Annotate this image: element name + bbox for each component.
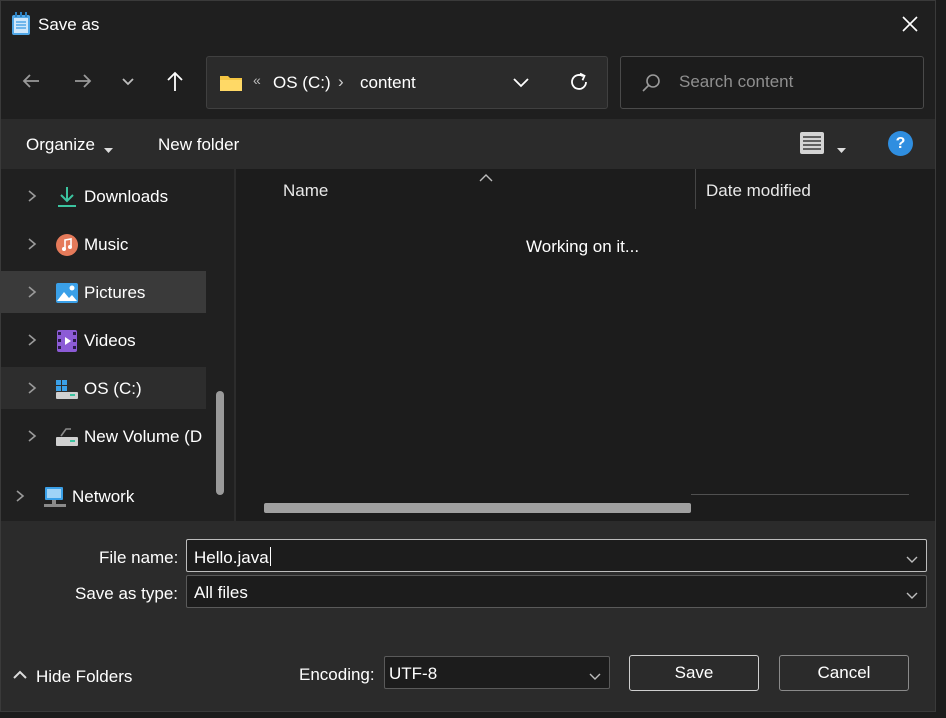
- network-icon: [42, 485, 66, 509]
- chevron-right-icon[interactable]: [26, 333, 38, 347]
- save-options-panel: File name: Hello.java Save as type: All …: [1, 521, 935, 711]
- forward-button[interactable]: [65, 63, 101, 99]
- new-folder-button[interactable]: New folder: [158, 135, 239, 155]
- sidebar-item-label: Pictures: [84, 283, 146, 302]
- chevron-down-icon[interactable]: [906, 551, 918, 569]
- navigation-bar: « OS (C:) › content: [1, 47, 935, 119]
- close-icon: [902, 16, 918, 32]
- sidebar-item-label: New Volume (D: [84, 427, 203, 446]
- sidebar-item-label: OS (C:): [84, 379, 142, 398]
- command-bar: Organize New folder ?: [1, 119, 935, 169]
- column-divider[interactable]: [695, 169, 696, 209]
- chevron-down-icon: [513, 78, 529, 88]
- chevron-right-icon[interactable]: [14, 489, 26, 503]
- videos-icon: [55, 329, 79, 353]
- search-box[interactable]: [620, 56, 924, 109]
- close-button[interactable]: [885, 1, 935, 47]
- text-cursor: [269, 547, 271, 566]
- help-button[interactable]: ?: [888, 131, 913, 156]
- file-list[interactable]: Name Date modified Working on it...: [236, 169, 935, 521]
- sidebar-item-music[interactable]: Music: [1, 223, 206, 265]
- sidebar-item-label: Music: [84, 235, 129, 254]
- file-name-value: Hello.java: [194, 548, 269, 567]
- chevron-down-icon: [122, 78, 134, 86]
- file-name-input[interactable]: Hello.java: [194, 547, 271, 568]
- details-view-icon: [800, 132, 824, 154]
- encoding-value: UTF-8: [389, 664, 438, 683]
- drive-icon: [55, 377, 79, 401]
- refresh-button[interactable]: [567, 70, 591, 99]
- address-segment-content[interactable]: content: [360, 73, 416, 93]
- address-history-button[interactable]: [511, 72, 531, 97]
- sidebar-item-videos[interactable]: Videos: [1, 319, 206, 361]
- chevron-right-icon[interactable]: [26, 189, 38, 203]
- encoding-select[interactable]: UTF-8: [384, 656, 610, 689]
- horizontal-scrollbar-track: [691, 494, 909, 495]
- save-button[interactable]: Save: [629, 655, 759, 691]
- chevron-down-icon: [906, 587, 918, 605]
- sidebar-item-os-c[interactable]: OS (C:): [1, 367, 206, 409]
- sidebar-item-network[interactable]: Network: [1, 475, 206, 517]
- chevron-up-icon[interactable]: [13, 667, 27, 685]
- chevron-down-icon: [589, 668, 601, 686]
- sidebar-item-new-volume[interactable]: New Volume (D: [1, 415, 206, 457]
- arrow-left-icon: [22, 74, 39, 88]
- organize-button[interactable]: Organize: [26, 135, 95, 155]
- window-title: Save as: [38, 15, 100, 34]
- sidebar-scrollbar-thumb[interactable]: [216, 391, 224, 495]
- chevron-right-icon[interactable]: [26, 429, 38, 443]
- loading-status: Working on it...: [526, 237, 640, 256]
- chevron-right-icon[interactable]: [26, 237, 38, 251]
- navigation-pane: Downloads Music Pictures Videos OS (C:) …: [1, 169, 234, 521]
- folder-icon: [219, 73, 243, 98]
- cancel-button[interactable]: Cancel: [779, 655, 909, 691]
- title-bar: Save as: [1, 1, 935, 47]
- address-overflow[interactable]: «: [253, 72, 261, 88]
- file-name-label: File name:: [99, 548, 179, 567]
- address-separator[interactable]: ›: [338, 72, 344, 92]
- notepad-icon: [11, 12, 31, 36]
- sidebar-item-label: Downloads: [84, 187, 169, 206]
- save-as-type-value: All files: [194, 583, 248, 602]
- chevron-right-icon[interactable]: [26, 381, 38, 395]
- arrow-up-icon: [167, 71, 183, 91]
- sidebar-item-downloads[interactable]: Downloads: [1, 175, 206, 217]
- sidebar-item-label: Network: [72, 487, 135, 506]
- save-as-type-label: Save as type:: [75, 584, 179, 603]
- file-name-field[interactable]: Hello.java: [186, 539, 927, 572]
- column-header-name[interactable]: Name: [283, 181, 328, 201]
- pictures-icon: [55, 281, 79, 305]
- up-button[interactable]: [157, 63, 193, 99]
- back-button[interactable]: [13, 63, 49, 99]
- chevron-right-icon[interactable]: [26, 285, 38, 299]
- arrow-right-icon: [75, 74, 92, 88]
- music-icon: [55, 233, 79, 257]
- recent-locations-button[interactable]: [110, 63, 146, 99]
- column-header-date-modified[interactable]: Date modified: [706, 181, 811, 201]
- encoding-label: Encoding:: [299, 665, 375, 684]
- caret-down-icon: [104, 141, 113, 159]
- caret-down-icon[interactable]: [837, 141, 846, 159]
- save-as-dialog: Save as « OS (C:) › content Search conte…: [0, 0, 936, 712]
- sort-ascending-icon: [479, 169, 493, 187]
- download-icon: [55, 185, 79, 209]
- sidebar-item-pictures[interactable]: Pictures: [1, 271, 206, 313]
- drive-icon: [55, 425, 79, 449]
- refresh-icon: [571, 72, 587, 90]
- search-input[interactable]: [679, 67, 909, 97]
- save-as-type-select[interactable]: All files: [186, 575, 927, 608]
- horizontal-scrollbar-thumb[interactable]: [264, 503, 691, 513]
- search-icon: [641, 73, 661, 98]
- address-segment-os[interactable]: OS (C:): [273, 73, 331, 93]
- hide-folders-button[interactable]: Hide Folders: [36, 667, 132, 687]
- address-bar[interactable]: « OS (C:) › content: [206, 56, 608, 109]
- sidebar-item-label: Videos: [84, 331, 136, 350]
- help-icon: ?: [895, 135, 906, 152]
- view-button[interactable]: [799, 131, 825, 160]
